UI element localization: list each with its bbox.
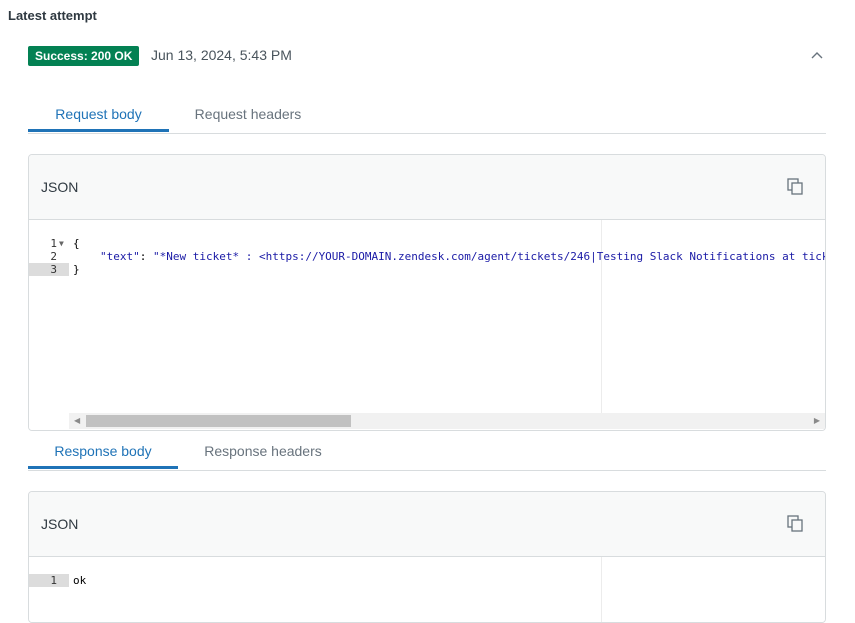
code-text: "text": "*New ticket* : <https://YOUR-DO… — [100, 250, 826, 263]
line-number: 3 — [50, 263, 57, 276]
print-margin — [601, 557, 602, 622]
fold-icon[interactable]: ▼ — [59, 237, 64, 250]
chevron-up-icon[interactable] — [808, 47, 826, 65]
code-line: 2 "text": "*New ticket* : <https://YOUR-… — [29, 250, 825, 263]
line-number: 1 — [50, 574, 57, 587]
request-tabs: Request body Request headers — [28, 99, 826, 134]
scrollbar-thumb[interactable] — [86, 415, 351, 427]
tab-request-headers[interactable]: Request headers — [188, 99, 308, 132]
code-text: { — [73, 237, 80, 250]
latest-attempt-row: Success: 200 OK Jun 13, 2024, 5:43 PM — [28, 46, 826, 68]
request-body-panel: JSON 1 ▼ { 2 "text": "*New ticket* : <ht… — [28, 154, 826, 431]
status-badge: Success: 200 OK — [28, 46, 140, 66]
scroll-left-icon[interactable]: ◀ — [74, 416, 80, 425]
horizontal-scrollbar[interactable]: ◀ ▶ — [69, 413, 825, 429]
format-label: JSON — [41, 516, 79, 532]
format-label: JSON — [41, 179, 79, 195]
code-editor[interactable]: 1 ▼ { 2 "text": "*New ticket* : <https:/… — [29, 220, 825, 430]
tab-response-headers[interactable]: Response headers — [198, 436, 328, 469]
line-number: 1 — [50, 237, 57, 250]
code-line: 1 ok — [29, 574, 825, 587]
scroll-right-icon[interactable]: ▶ — [814, 416, 820, 425]
json-key: "text" — [100, 250, 140, 263]
response-tabs: Response body Response headers — [28, 436, 826, 471]
code-text: } — [73, 263, 80, 276]
section-title: Latest attempt — [8, 8, 97, 23]
code-text: ok — [73, 574, 87, 587]
tab-response-body[interactable]: Response body — [28, 436, 178, 469]
json-value: "*New ticket* : <https://YOUR-DOMAIN.zen… — [153, 250, 826, 263]
code-line: 1 ▼ { — [29, 237, 825, 250]
response-body-panel: JSON 1 ok — [28, 491, 826, 623]
copy-icon[interactable] — [785, 177, 805, 197]
panel-header: JSON — [29, 492, 825, 557]
panel-header: JSON — [29, 155, 825, 220]
json-separator: : — [139, 250, 153, 263]
attempt-timestamp: Jun 13, 2024, 5:43 PM — [151, 47, 292, 63]
copy-icon[interactable] — [785, 514, 805, 534]
line-number: 2 — [50, 250, 57, 263]
tab-request-body[interactable]: Request body — [28, 99, 169, 132]
code-line: 3 } — [29, 263, 825, 276]
code-editor[interactable]: 1 ok — [29, 557, 825, 622]
